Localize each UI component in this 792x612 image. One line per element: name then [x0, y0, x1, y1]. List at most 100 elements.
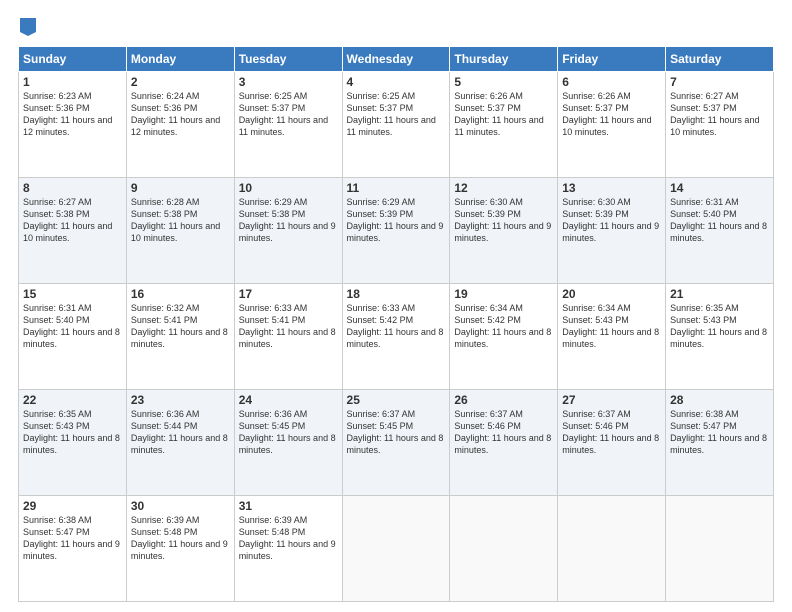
- weekday-header-monday: Monday: [126, 47, 234, 72]
- day-info: Sunrise: 6:25 AMSunset: 5:37 PMDaylight:…: [239, 91, 328, 137]
- calendar-cell: [666, 496, 774, 602]
- day-info: Sunrise: 6:38 AMSunset: 5:47 PMDaylight:…: [23, 515, 120, 561]
- day-info: Sunrise: 6:33 AMSunset: 5:41 PMDaylight:…: [239, 303, 336, 349]
- day-number: 15: [23, 287, 122, 301]
- calendar-cell: 15 Sunrise: 6:31 AMSunset: 5:40 PMDaylig…: [19, 284, 127, 390]
- day-number: 8: [23, 181, 122, 195]
- calendar-cell: 28 Sunrise: 6:38 AMSunset: 5:47 PMDaylig…: [666, 390, 774, 496]
- calendar-cell: 21 Sunrise: 6:35 AMSunset: 5:43 PMDaylig…: [666, 284, 774, 390]
- day-info: Sunrise: 6:29 AMSunset: 5:38 PMDaylight:…: [239, 197, 336, 243]
- calendar-cell: 1 Sunrise: 6:23 AMSunset: 5:36 PMDayligh…: [19, 72, 127, 178]
- calendar-cell: 8 Sunrise: 6:27 AMSunset: 5:38 PMDayligh…: [19, 178, 127, 284]
- day-info: Sunrise: 6:34 AMSunset: 5:43 PMDaylight:…: [562, 303, 659, 349]
- day-number: 13: [562, 181, 661, 195]
- day-number: 30: [131, 499, 230, 513]
- day-info: Sunrise: 6:38 AMSunset: 5:47 PMDaylight:…: [670, 409, 767, 455]
- day-info: Sunrise: 6:36 AMSunset: 5:44 PMDaylight:…: [131, 409, 228, 455]
- calendar-week-row: 29 Sunrise: 6:38 AMSunset: 5:47 PMDaylig…: [19, 496, 774, 602]
- day-number: 23: [131, 393, 230, 407]
- day-info: Sunrise: 6:30 AMSunset: 5:39 PMDaylight:…: [562, 197, 659, 243]
- calendar-cell: 23 Sunrise: 6:36 AMSunset: 5:44 PMDaylig…: [126, 390, 234, 496]
- calendar-table: SundayMondayTuesdayWednesdayThursdayFrid…: [18, 46, 774, 602]
- day-number: 27: [562, 393, 661, 407]
- calendar-week-row: 15 Sunrise: 6:31 AMSunset: 5:40 PMDaylig…: [19, 284, 774, 390]
- calendar-cell: 6 Sunrise: 6:26 AMSunset: 5:37 PMDayligh…: [558, 72, 666, 178]
- calendar-cell: [342, 496, 450, 602]
- day-number: 4: [347, 75, 446, 89]
- calendar-week-row: 8 Sunrise: 6:27 AMSunset: 5:38 PMDayligh…: [19, 178, 774, 284]
- day-number: 24: [239, 393, 338, 407]
- calendar-cell: 30 Sunrise: 6:39 AMSunset: 5:48 PMDaylig…: [126, 496, 234, 602]
- day-number: 21: [670, 287, 769, 301]
- weekday-header-friday: Friday: [558, 47, 666, 72]
- day-info: Sunrise: 6:31 AMSunset: 5:40 PMDaylight:…: [23, 303, 120, 349]
- day-info: Sunrise: 6:26 AMSunset: 5:37 PMDaylight:…: [562, 91, 651, 137]
- calendar-cell: 11 Sunrise: 6:29 AMSunset: 5:39 PMDaylig…: [342, 178, 450, 284]
- day-info: Sunrise: 6:29 AMSunset: 5:39 PMDaylight:…: [347, 197, 444, 243]
- day-info: Sunrise: 6:37 AMSunset: 5:45 PMDaylight:…: [347, 409, 444, 455]
- weekday-header-saturday: Saturday: [666, 47, 774, 72]
- day-number: 19: [454, 287, 553, 301]
- logo: [18, 18, 36, 36]
- day-number: 31: [239, 499, 338, 513]
- weekday-header-thursday: Thursday: [450, 47, 558, 72]
- day-number: 18: [347, 287, 446, 301]
- calendar-cell: [450, 496, 558, 602]
- calendar-cell: 12 Sunrise: 6:30 AMSunset: 5:39 PMDaylig…: [450, 178, 558, 284]
- calendar-cell: [558, 496, 666, 602]
- calendar-cell: 29 Sunrise: 6:38 AMSunset: 5:47 PMDaylig…: [19, 496, 127, 602]
- calendar-week-row: 1 Sunrise: 6:23 AMSunset: 5:36 PMDayligh…: [19, 72, 774, 178]
- day-info: Sunrise: 6:32 AMSunset: 5:41 PMDaylight:…: [131, 303, 228, 349]
- calendar-cell: 16 Sunrise: 6:32 AMSunset: 5:41 PMDaylig…: [126, 284, 234, 390]
- day-number: 2: [131, 75, 230, 89]
- calendar-week-row: 22 Sunrise: 6:35 AMSunset: 5:43 PMDaylig…: [19, 390, 774, 496]
- calendar-cell: 13 Sunrise: 6:30 AMSunset: 5:39 PMDaylig…: [558, 178, 666, 284]
- day-info: Sunrise: 6:37 AMSunset: 5:46 PMDaylight:…: [562, 409, 659, 455]
- day-info: Sunrise: 6:35 AMSunset: 5:43 PMDaylight:…: [23, 409, 120, 455]
- day-number: 16: [131, 287, 230, 301]
- calendar-cell: 27 Sunrise: 6:37 AMSunset: 5:46 PMDaylig…: [558, 390, 666, 496]
- day-info: Sunrise: 6:33 AMSunset: 5:42 PMDaylight:…: [347, 303, 444, 349]
- day-info: Sunrise: 6:39 AMSunset: 5:48 PMDaylight:…: [131, 515, 228, 561]
- calendar-cell: 26 Sunrise: 6:37 AMSunset: 5:46 PMDaylig…: [450, 390, 558, 496]
- day-number: 10: [239, 181, 338, 195]
- day-number: 25: [347, 393, 446, 407]
- day-info: Sunrise: 6:28 AMSunset: 5:38 PMDaylight:…: [131, 197, 220, 243]
- day-info: Sunrise: 6:36 AMSunset: 5:45 PMDaylight:…: [239, 409, 336, 455]
- day-number: 17: [239, 287, 338, 301]
- calendar-cell: 10 Sunrise: 6:29 AMSunset: 5:38 PMDaylig…: [234, 178, 342, 284]
- calendar-cell: 19 Sunrise: 6:34 AMSunset: 5:42 PMDaylig…: [450, 284, 558, 390]
- day-number: 7: [670, 75, 769, 89]
- calendar-cell: 7 Sunrise: 6:27 AMSunset: 5:37 PMDayligh…: [666, 72, 774, 178]
- day-number: 14: [670, 181, 769, 195]
- day-info: Sunrise: 6:25 AMSunset: 5:37 PMDaylight:…: [347, 91, 436, 137]
- day-number: 1: [23, 75, 122, 89]
- weekday-header-wednesday: Wednesday: [342, 47, 450, 72]
- day-number: 26: [454, 393, 553, 407]
- day-info: Sunrise: 6:30 AMSunset: 5:39 PMDaylight:…: [454, 197, 551, 243]
- day-number: 22: [23, 393, 122, 407]
- day-info: Sunrise: 6:24 AMSunset: 5:36 PMDaylight:…: [131, 91, 220, 137]
- day-number: 9: [131, 181, 230, 195]
- day-number: 12: [454, 181, 553, 195]
- day-info: Sunrise: 6:35 AMSunset: 5:43 PMDaylight:…: [670, 303, 767, 349]
- day-number: 6: [562, 75, 661, 89]
- logo-icon: [20, 18, 36, 36]
- header: [18, 18, 774, 36]
- calendar-cell: 17 Sunrise: 6:33 AMSunset: 5:41 PMDaylig…: [234, 284, 342, 390]
- calendar-cell: 18 Sunrise: 6:33 AMSunset: 5:42 PMDaylig…: [342, 284, 450, 390]
- day-info: Sunrise: 6:34 AMSunset: 5:42 PMDaylight:…: [454, 303, 551, 349]
- day-info: Sunrise: 6:23 AMSunset: 5:36 PMDaylight:…: [23, 91, 112, 137]
- day-number: 29: [23, 499, 122, 513]
- weekday-header-row: SundayMondayTuesdayWednesdayThursdayFrid…: [19, 47, 774, 72]
- calendar-cell: 9 Sunrise: 6:28 AMSunset: 5:38 PMDayligh…: [126, 178, 234, 284]
- calendar-cell: 31 Sunrise: 6:39 AMSunset: 5:48 PMDaylig…: [234, 496, 342, 602]
- day-info: Sunrise: 6:31 AMSunset: 5:40 PMDaylight:…: [670, 197, 767, 243]
- calendar-page: SundayMondayTuesdayWednesdayThursdayFrid…: [0, 0, 792, 612]
- day-number: 28: [670, 393, 769, 407]
- day-info: Sunrise: 6:37 AMSunset: 5:46 PMDaylight:…: [454, 409, 551, 455]
- weekday-header-sunday: Sunday: [19, 47, 127, 72]
- calendar-cell: 22 Sunrise: 6:35 AMSunset: 5:43 PMDaylig…: [19, 390, 127, 496]
- day-number: 11: [347, 181, 446, 195]
- day-info: Sunrise: 6:39 AMSunset: 5:48 PMDaylight:…: [239, 515, 336, 561]
